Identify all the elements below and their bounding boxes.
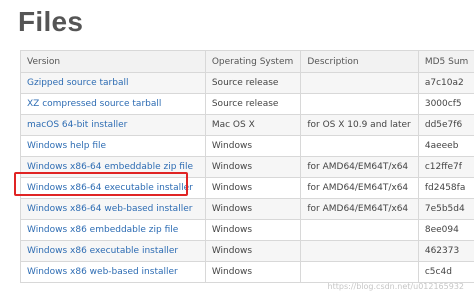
- version-cell: Windows x86 web-based installer: [20, 261, 206, 283]
- table-row: Windows x86-64 executable installer Windo…: [20, 177, 474, 199]
- operating-system-cell: Windows: [204, 219, 302, 241]
- column-header-operating-system: Operating System: [204, 50, 302, 73]
- column-header-description: Description: [300, 50, 419, 73]
- md5-cell: dd5e7f6: [417, 114, 474, 136]
- version-cell: XZ compressed source tarball: [20, 93, 206, 115]
- md5-cell: c5c4d: [417, 261, 474, 283]
- page-title: Files: [18, 6, 84, 37]
- md5-cell: a7c10a2: [417, 72, 474, 94]
- column-header-version: Version: [20, 50, 206, 73]
- operating-system-cell: Windows: [204, 198, 302, 220]
- md5-cell: 8ee094: [417, 219, 474, 241]
- md5-cell: 7e5b5d4: [417, 198, 474, 220]
- table-row: macOS 64-bit installer Mac OS Xfor OS X 1…: [20, 114, 474, 136]
- operating-system-cell: Mac OS X: [204, 114, 302, 136]
- download-link[interactable]: Windows x86-64 executable installer: [27, 183, 193, 193]
- description-cell: [300, 261, 419, 283]
- version-cell: Windows x86 executable installer: [20, 240, 206, 262]
- description-cell: [300, 240, 419, 262]
- operating-system-cell: Windows: [204, 177, 302, 199]
- description-cell: for AMD64/EM64T/x64: [300, 177, 419, 199]
- version-cell: macOS 64-bit installer: [20, 114, 206, 136]
- operating-system-cell: Windows: [204, 135, 302, 157]
- operating-system-cell: Source release: [204, 72, 302, 94]
- table-header-row: Version Operating System Description MD5…: [20, 50, 474, 73]
- description-cell: for AMD64/EM64T/x64: [300, 156, 419, 178]
- md5-cell: c12ffe7f: [417, 156, 474, 178]
- table-row: Windows x86-64 web-based installer Window…: [20, 198, 474, 220]
- version-cell: Windows x86-64 web-based installer: [20, 198, 206, 220]
- operating-system-cell: Source release: [204, 93, 302, 115]
- table-row: Windows help file Windows 4aeeeb: [20, 135, 474, 157]
- download-link[interactable]: macOS 64-bit installer: [27, 120, 127, 130]
- download-link[interactable]: XZ compressed source tarball: [27, 99, 161, 109]
- md5-cell: 3000cf5: [417, 93, 474, 115]
- download-link[interactable]: Windows x86 executable installer: [27, 246, 178, 256]
- files-table: Version Operating System Description MD5…: [20, 50, 474, 283]
- version-cell: Gzipped source tarball: [20, 72, 206, 94]
- table-row: Windows x86 embeddable zip file Windows 8e…: [20, 219, 474, 241]
- md5-cell: 462373: [417, 240, 474, 262]
- operating-system-cell: Windows: [204, 240, 302, 262]
- description-cell: [300, 219, 419, 241]
- download-link[interactable]: Windows x86 web-based installer: [27, 267, 178, 277]
- table-row: Windows x86-64 embeddable zip file Window…: [20, 156, 474, 178]
- version-cell: Windows x86 embeddable zip file: [20, 219, 206, 241]
- version-cell: Windows help file: [20, 135, 206, 157]
- operating-system-cell: Windows: [204, 156, 302, 178]
- watermark: https://blog.csdn.net/u012165932: [327, 282, 464, 291]
- table-row: XZ compressed source tarball Source relea…: [20, 93, 474, 115]
- table-row: Windows x86 executable installer Windows 4…: [20, 240, 474, 262]
- column-header-md5-sum: MD5 Sum: [417, 50, 474, 73]
- md5-cell: 4aeeeb: [417, 135, 474, 157]
- download-link[interactable]: Windows x86 embeddable zip file: [27, 225, 178, 235]
- download-link[interactable]: Windows help file: [27, 141, 106, 151]
- download-link[interactable]: Windows x86-64 web-based installer: [27, 204, 192, 214]
- table-row: Windows x86 web-based installer Windows c5…: [20, 261, 474, 283]
- description-cell: for OS X 10.9 and later: [300, 114, 419, 136]
- description-cell: [300, 93, 419, 115]
- version-cell: Windows x86-64 executable installer: [20, 177, 206, 199]
- table-row: Gzipped source tarball Source release a7c1…: [20, 72, 474, 94]
- version-cell: Windows x86-64 embeddable zip file: [20, 156, 206, 178]
- download-link[interactable]: Windows x86-64 embeddable zip file: [27, 162, 193, 172]
- description-cell: [300, 72, 419, 94]
- description-cell: [300, 135, 419, 157]
- download-link[interactable]: Gzipped source tarball: [27, 78, 128, 88]
- md5-cell: fd2458fa: [417, 177, 474, 199]
- operating-system-cell: Windows: [204, 261, 302, 283]
- description-cell: for AMD64/EM64T/x64: [300, 198, 419, 220]
